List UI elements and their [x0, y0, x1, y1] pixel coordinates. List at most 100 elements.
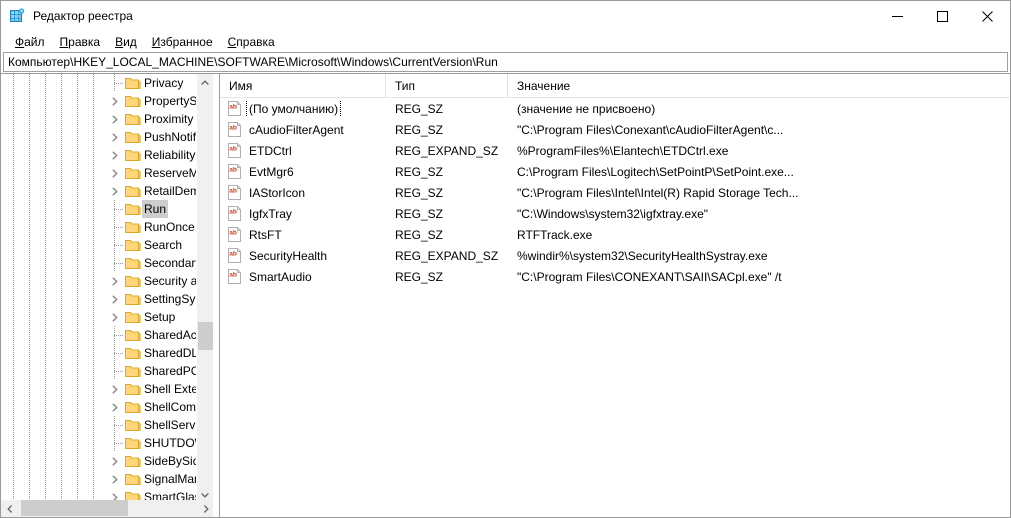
tree-item-shellserviceobjectdelayload[interactable]: ShellServiceObjectDelayLoad: [1, 416, 197, 434]
table-row[interactable]: ab IAStorIcon REG_SZ "C:\Program Files\Inte…: [220, 182, 1010, 203]
tree-expander[interactable]: [107, 146, 123, 164]
tree-item-security-and-maintenance[interactable]: Security and Maintenance: [1, 272, 197, 290]
tree-item-signalmanager[interactable]: SignalManager: [1, 470, 197, 488]
title-bar: Редактор реестра: [1, 1, 1010, 31]
menu-item-favorites[interactable]: Избранное: [145, 34, 221, 50]
column-header-name[interactable]: Имя: [220, 74, 386, 97]
column-header-type-label: Тип: [395, 78, 416, 93]
tree-item-setup[interactable]: Setup: [1, 308, 197, 326]
tree-item-runonce[interactable]: RunOnce: [1, 218, 197, 236]
tree-item-sharedaccess[interactable]: SharedAccess: [1, 326, 197, 344]
registry-tree[interactable]: Privacy PropertySystem Proximity PushNotifi…: [1, 74, 197, 503]
string-value-icon: ab: [228, 269, 242, 284]
tree-item-label: ShellCompatibility: [144, 400, 197, 414]
tree-scroll-up-button[interactable]: [197, 74, 213, 91]
registry-values-list[interactable]: ab (По умолчанию) REG_SZ (значение не присв…: [220, 98, 1010, 287]
window-controls: [875, 1, 1010, 31]
tree-expander[interactable]: [107, 92, 123, 110]
tree-expander[interactable]: [107, 128, 123, 146]
column-header-value[interactable]: Значение: [508, 74, 1010, 97]
tree-expander[interactable]: [107, 182, 123, 200]
tree-item-search[interactable]: Search: [1, 236, 197, 254]
tree-expander[interactable]: [107, 164, 123, 182]
tree-item-sharedpc[interactable]: SharedPC: [1, 362, 197, 380]
tree-leaf-connector: [107, 416, 123, 434]
table-row[interactable]: ab (По умолчанию) REG_SZ (значение не присв…: [220, 98, 1010, 119]
value-name-text: RtsFT: [249, 227, 282, 242]
tree-item-shell-extensions[interactable]: Shell Extensions: [1, 380, 197, 398]
column-header-type[interactable]: Тип: [386, 74, 508, 97]
table-row[interactable]: ab ETDCtrl REG_EXPAND_SZ %ProgramFiles%\Ela…: [220, 140, 1010, 161]
tree-leaf-connector: [107, 362, 123, 380]
tree-horizontal-scroll-thumb[interactable]: [21, 500, 128, 516]
tree-item-reliability[interactable]: Reliability: [1, 146, 197, 164]
tree-item-secondaryauthfactor[interactable]: SecondaryAuthFactor: [1, 254, 197, 272]
table-row[interactable]: ab RtsFT REG_SZ RTFTrack.exe: [220, 224, 1010, 245]
tree-leaf-connector: [107, 218, 123, 236]
table-row[interactable]: ab IgfxTray REG_SZ "C:\Windows\system32\igf…: [220, 203, 1010, 224]
table-row[interactable]: ab cAudioFilterAgent REG_SZ "C:\Program Fil…: [220, 119, 1010, 140]
tree-item-reservemanager[interactable]: ReserveManager: [1, 164, 197, 182]
menu-item-edit[interactable]: Правка: [53, 34, 109, 50]
svg-text:ab: ab: [229, 230, 237, 237]
tree-item-propertysystem[interactable]: PropertySystem: [1, 92, 197, 110]
value-type-cell: REG_SZ: [395, 185, 444, 200]
value-name-cell: ab SecurityHealth: [220, 248, 386, 264]
tree-item-shellcompatibility[interactable]: ShellCompatibility: [1, 398, 197, 416]
address-path-text: Компьютер\HKEY_LOCAL_MACHINE\SOFTWARE\Mi…: [8, 55, 498, 69]
registry-editor-icon: [9, 8, 25, 24]
tree-item-run[interactable]: Run: [1, 200, 197, 218]
address-bar[interactable]: Компьютер\HKEY_LOCAL_MACHINE\SOFTWARE\Mi…: [3, 52, 1008, 72]
scrollbar-corner: [213, 500, 219, 517]
tree-vertical-scrollbar[interactable]: [196, 74, 213, 503]
tree-item-retaildemo[interactable]: RetailDemo: [1, 182, 197, 200]
tree-item-label: SideBySide: [144, 454, 197, 468]
column-header-value-label: Значение: [517, 78, 571, 93]
tree-item-proximity[interactable]: Proximity: [1, 110, 197, 128]
tree-expander[interactable]: [107, 452, 123, 470]
table-row[interactable]: ab SecurityHealth REG_EXPAND_SZ %windir%\sy…: [220, 245, 1010, 266]
tree-horizontal-scrollbar[interactable]: [1, 500, 214, 517]
tree-item-pushnotifications[interactable]: PushNotifications: [1, 128, 197, 146]
menu-accel-help: С: [227, 34, 237, 49]
value-data-cell: "C:\Program Files\CONEXANT\SAII\SACpl.ex…: [517, 269, 782, 284]
minimize-button[interactable]: [875, 1, 920, 31]
tree-expander[interactable]: [107, 308, 123, 326]
tree-item-settingsync[interactable]: SettingSync: [1, 290, 197, 308]
tree-expander[interactable]: [107, 398, 123, 416]
value-data-cell: C:\Program Files\Logitech\SetPointP\SetP…: [517, 164, 794, 179]
folder-icon: [125, 130, 141, 144]
tree-item-privacy[interactable]: Privacy: [1, 74, 197, 92]
maximize-button[interactable]: [920, 1, 965, 31]
folder-icon: [125, 274, 141, 288]
tree-scroll-left-button[interactable]: [1, 500, 18, 517]
menu-item-file[interactable]: Файл: [8, 34, 53, 50]
menu-item-view[interactable]: Вид: [108, 34, 145, 50]
value-type-cell: REG_SZ: [395, 101, 444, 116]
tree-vertical-scroll-thumb[interactable]: [198, 322, 213, 350]
tree-item-shutdown[interactable]: SHUTDOWN: [1, 434, 197, 452]
svg-text:ab: ab: [229, 167, 237, 174]
chevron-right-icon: [112, 133, 118, 141]
tree-expander[interactable]: [107, 470, 123, 488]
value-name-cell: ab EvtMgr6: [220, 164, 386, 180]
tree-item-shareddlls[interactable]: SharedDLLs: [1, 344, 197, 362]
tree-item-label: SHUTDOWN: [144, 436, 197, 450]
svg-text:ab: ab: [229, 251, 237, 258]
table-row[interactable]: ab SmartAudio REG_SZ "C:\Program Files\CONE…: [220, 266, 1010, 287]
menu-accel-file: Ф: [15, 34, 25, 49]
table-row[interactable]: ab EvtMgr6 REG_SZ C:\Program Files\Logitech…: [220, 161, 1010, 182]
tree-scroll-right-button[interactable]: [197, 500, 214, 517]
folder-icon: [125, 382, 141, 396]
tree-expander[interactable]: [107, 272, 123, 290]
folder-icon: [125, 94, 141, 108]
tree-expander[interactable]: [107, 380, 123, 398]
tree-item-sidebyside[interactable]: SideBySide: [1, 452, 197, 470]
tree-expander[interactable]: [107, 110, 123, 128]
address-bar-container: Компьютер\HKEY_LOCAL_MACHINE\SOFTWARE\Mi…: [1, 52, 1010, 73]
tree-expander[interactable]: [107, 290, 123, 308]
value-name-text: (По умолчанию): [245, 100, 342, 117]
tree-item-label: Privacy: [144, 76, 184, 90]
close-button[interactable]: [965, 1, 1010, 31]
menu-item-help[interactable]: Справка: [221, 34, 283, 50]
